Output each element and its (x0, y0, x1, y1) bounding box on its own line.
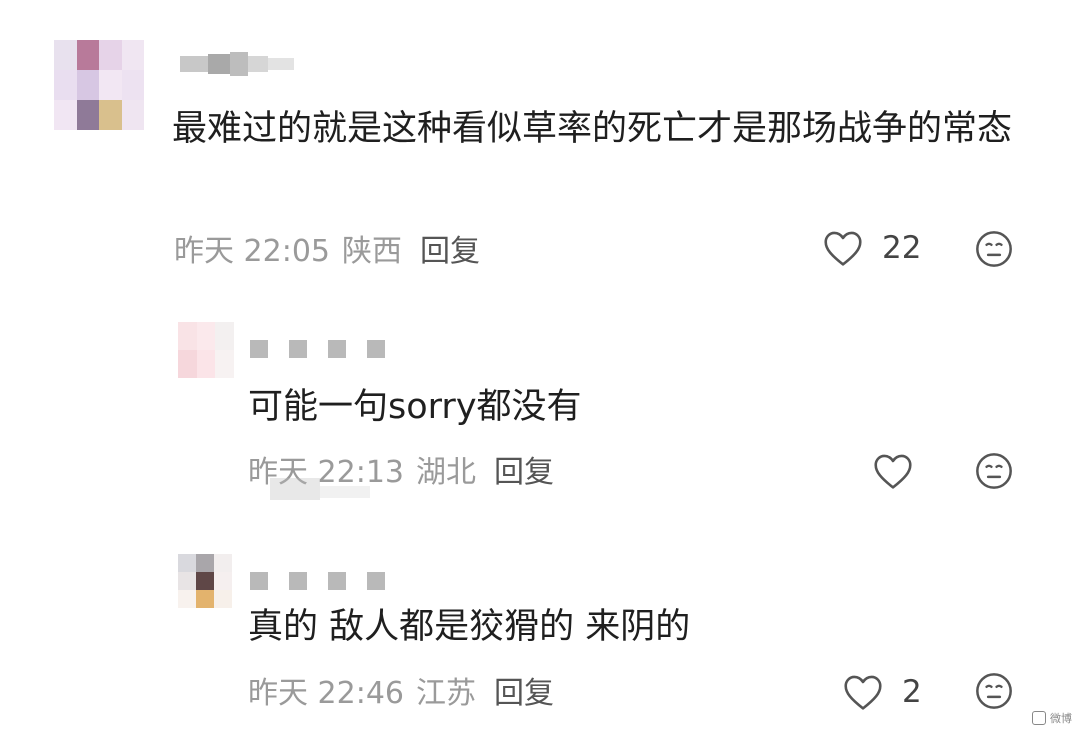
avatar-pixel (54, 70, 77, 100)
avatar-pixel (178, 322, 197, 350)
avatar-pixel (196, 350, 216, 378)
comment-location: 江苏 (416, 676, 476, 711)
avatar-pixel (178, 590, 196, 608)
comment-time: 昨天 22:05 (174, 234, 330, 269)
reply-button[interactable]: 回复 (420, 226, 480, 270)
watermark-text: 微博 (1050, 712, 1072, 725)
avatar-pixel (121, 100, 144, 130)
comment-time: 昨天 22:46 (248, 676, 404, 711)
avatar-pixel (214, 590, 232, 608)
avatar-pixel (196, 572, 214, 590)
reply-button[interactable]: 回复 (494, 447, 554, 491)
avatar-pixel (196, 554, 214, 572)
comment-meta: 昨天 22:46 江苏 回复 (248, 668, 554, 712)
heart-outline-icon (842, 673, 884, 711)
heart-outline-icon (872, 452, 914, 490)
reply-button[interactable]: 回复 (494, 668, 554, 712)
smile-neutral-icon (974, 671, 1014, 711)
avatar[interactable] (178, 554, 232, 608)
avatar[interactable] (54, 40, 144, 130)
comment-location: 湖北 (416, 455, 476, 490)
avatar-pixel (215, 322, 234, 350)
avatar-pixel (99, 100, 122, 130)
avatar-pixel (214, 554, 232, 572)
avatar-pixel (121, 40, 144, 70)
dislike-button[interactable] (974, 450, 1014, 492)
avatar-pixel (178, 572, 196, 590)
like-count: 2 (902, 674, 922, 710)
avatar-pixel (54, 40, 77, 70)
avatar-pixel (54, 100, 77, 130)
mosaic-overlay (270, 478, 320, 500)
username-masked[interactable] (250, 572, 385, 590)
like-button[interactable]: 22 (822, 226, 921, 270)
avatar-pixel (196, 322, 216, 350)
smile-neutral-icon (974, 229, 1014, 269)
comment-text: 真的 敌人都是狡猾的 来阴的 (248, 607, 691, 647)
dislike-button[interactable] (974, 670, 1014, 712)
avatar-pixel (178, 350, 197, 378)
avatar-pixel (76, 70, 99, 100)
avatar-pixel (99, 70, 122, 100)
avatar-pixel (76, 40, 99, 70)
comment-meta: 昨天 22:05 陕西 回复 (174, 226, 480, 270)
avatar-pixel (215, 350, 234, 378)
watermark-logo-icon (1032, 711, 1046, 725)
like-count: 22 (882, 230, 922, 266)
avatar-pixel (121, 70, 144, 100)
username-masked[interactable] (180, 52, 294, 76)
avatar-pixel (76, 100, 99, 130)
watermark: 微博 (1032, 710, 1072, 726)
avatar[interactable] (178, 322, 234, 378)
smile-neutral-icon (974, 451, 1014, 491)
avatar-pixel (214, 572, 232, 590)
mosaic-overlay (320, 486, 370, 498)
comment-location: 陕西 (342, 234, 402, 269)
like-button[interactable]: 2 (842, 670, 922, 714)
avatar-pixel (99, 40, 122, 70)
avatar-pixel (178, 554, 196, 572)
avatar-pixel (196, 590, 214, 608)
like-button[interactable] (872, 449, 932, 493)
heart-outline-icon (822, 229, 864, 267)
username-masked[interactable] (250, 340, 385, 358)
comment-text: 最难过的就是这种看似草率的死亡才是那场战争的常态 (172, 109, 1013, 149)
dislike-button[interactable] (974, 228, 1014, 270)
comment-text: 可能一句sorry都没有 (248, 387, 582, 427)
